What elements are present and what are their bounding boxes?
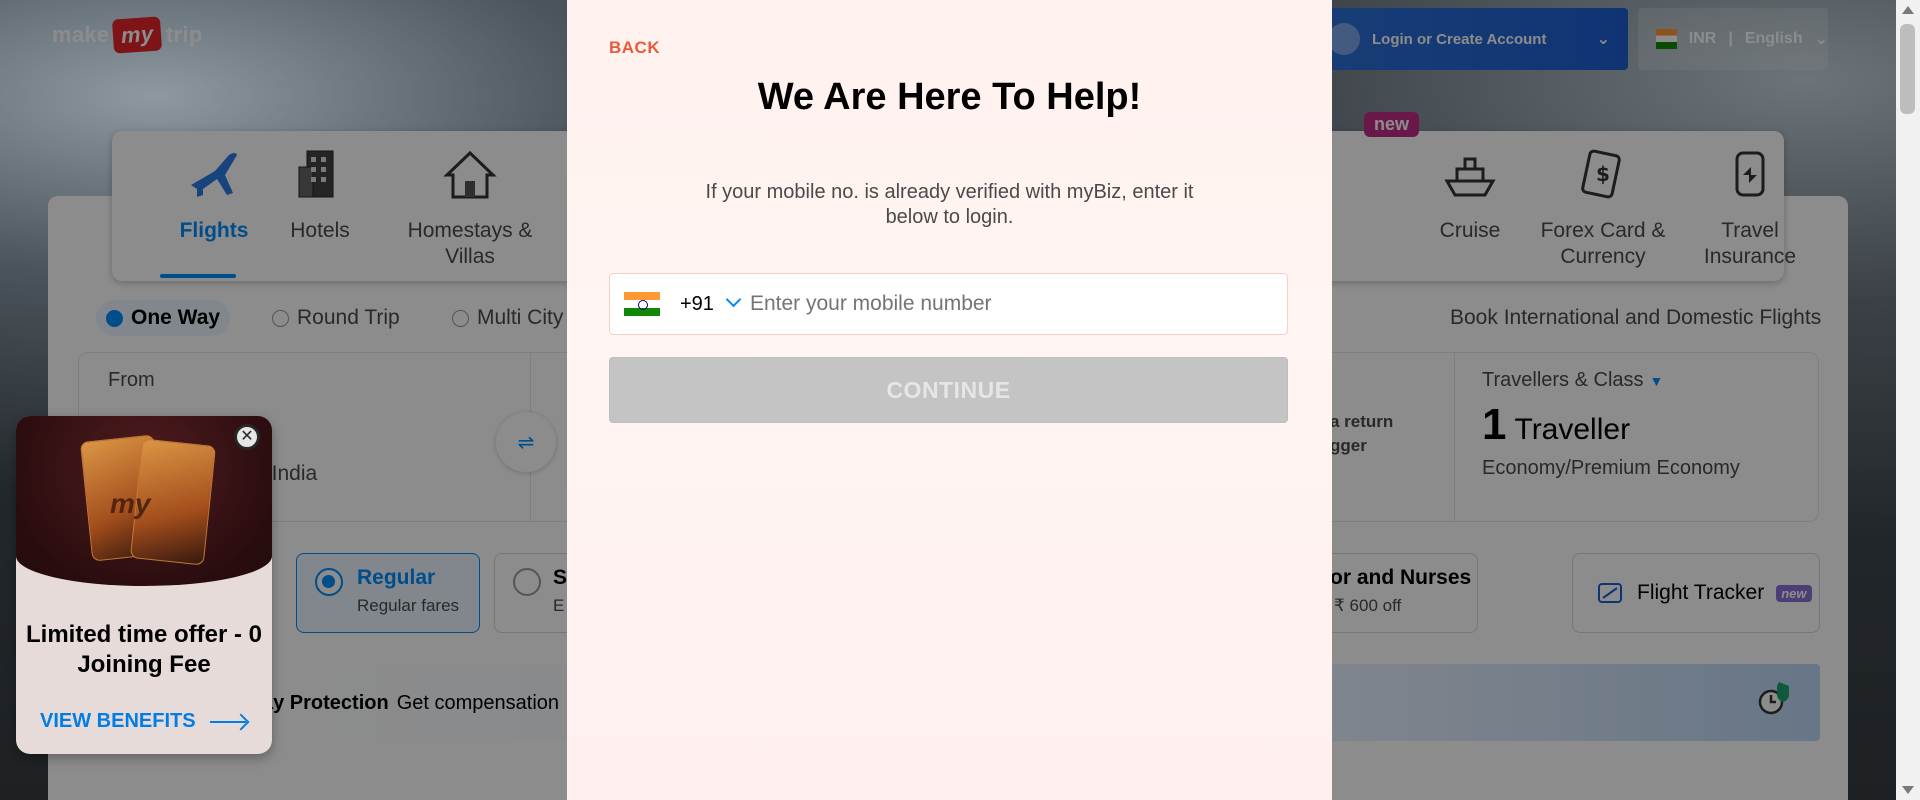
swap-cities-icon[interactable]: ⇌ (496, 412, 556, 472)
ship-icon (1444, 157, 1496, 197)
fare-subtitle: Regular fares (357, 596, 460, 615)
country-code-selector[interactable]: +91 (680, 293, 714, 316)
logo-text-my: my (112, 16, 164, 54)
airplane-icon (191, 153, 237, 197)
book-return-line: a return (1330, 412, 1394, 431)
radio-checked-icon (315, 568, 343, 596)
fare-subtitle: E (553, 596, 565, 615)
fare-title: Regular (357, 566, 436, 589)
page-scrollbar[interactable] (1896, 0, 1920, 800)
nav-item-cruise[interactable]: Cruise (1410, 145, 1530, 244)
trip-type-one-way[interactable]: One Way (96, 300, 231, 336)
arrow-right-icon (209, 720, 246, 723)
nav-label-insurance: Travel Insurance (1703, 219, 1797, 268)
currency-language-selector[interactable]: INR | English ⌄ (1638, 8, 1828, 70)
india-flag-icon (624, 292, 660, 316)
nav-item-forex[interactable]: $ Forex Card & Currency (1528, 145, 1678, 270)
trip-type-label: One Way (131, 306, 221, 329)
radio-unchecked-icon (513, 568, 541, 596)
active-tab-indicator (160, 274, 236, 278)
fare-title: S (553, 566, 568, 589)
protection-title: ay Protection (262, 692, 389, 714)
trip-type-multi-city[interactable]: Multi City (452, 306, 563, 330)
delay-protection-text: ay Protection Get compensation (262, 692, 559, 715)
view-benefits-label: VIEW BENEFITS (40, 710, 196, 732)
nav-label-flights: Flights (179, 219, 249, 242)
promo-popup: my ✕ Limited time offer - 0 Joining Fee … (16, 416, 272, 754)
scrollbar-thumb[interactable] (1900, 24, 1915, 114)
promo-title: Limited time offer - 0 Joining Fee (25, 621, 263, 678)
hotel-building-icon (298, 150, 334, 198)
travellers-class-label[interactable]: Travellers & Class ▼ (1482, 369, 1663, 392)
fare-regular[interactable]: Regular Regular fares (296, 553, 480, 633)
card-logo-text: my (110, 488, 151, 519)
insurance-shield-icon (1735, 151, 1765, 197)
trip-type-label: Multi City (477, 306, 564, 329)
flight-tracker-button[interactable]: Flight Tracker new (1572, 553, 1820, 633)
modal-subtitle: If your mobile no. is already verified w… (705, 181, 1194, 228)
back-link[interactable]: BACK (609, 38, 660, 58)
mobile-number-field: +91 (609, 273, 1288, 335)
divider (1454, 352, 1455, 522)
nav-label-forex: Forex Card & Currency (1540, 219, 1666, 268)
travellers-value[interactable]: 1 Traveller (1482, 400, 1630, 450)
login-create-account-button[interactable]: Login or Create Account ⌄ (1318, 8, 1628, 70)
scroll-down-arrow-icon[interactable] (1902, 786, 1914, 794)
trip-type-round-trip[interactable]: Round Trip (272, 306, 400, 330)
book-return-line: gger (1330, 436, 1367, 455)
chevron-down-icon[interactable] (726, 294, 740, 308)
user-avatar-icon (1328, 23, 1360, 55)
nav-item-insurance[interactable]: Travel Insurance (1685, 145, 1815, 270)
travel-class: Economy/Premium Economy (1482, 457, 1740, 479)
clock-shield-icon (1758, 682, 1789, 715)
svg-text:$: $ (1596, 162, 1610, 186)
modal-title: We Are Here To Help! (757, 76, 1142, 118)
india-flag-icon (1656, 29, 1677, 49)
from-label[interactable]: From (108, 369, 155, 392)
separator: | (1728, 30, 1733, 47)
new-badge: new (1364, 112, 1420, 137)
fare-subtitle: ₹ 600 off (1334, 596, 1402, 615)
language-label: English (1744, 30, 1803, 47)
book-return-promo: a return gger (1330, 410, 1393, 458)
travellers-unit: Traveller (1514, 413, 1631, 446)
nav-item-homestays[interactable]: Homestays & Villas (400, 145, 540, 270)
travellers-count: 1 (1482, 400, 1507, 449)
fare-title: or and Nurses (1330, 566, 1472, 589)
logo-text-trip: trip (165, 22, 203, 47)
fare-student[interactable]: S E (494, 553, 574, 633)
flight-tracker-icon (1598, 583, 1622, 603)
nav-item-hotels[interactable]: Hotels (260, 145, 380, 244)
book-international-text: Book International and Domestic Flights (1450, 306, 1822, 329)
scroll-up-arrow-icon[interactable] (1902, 6, 1914, 14)
logo-text-make: make (52, 22, 110, 47)
radio-unchecked-icon (452, 309, 469, 327)
login-modal: BACK We Are Here To Help! If your mobile… (567, 0, 1332, 800)
nav-label-homestays: Homestays & Villas (407, 219, 533, 268)
makemytrip-logo[interactable]: make my trip (52, 16, 203, 54)
view-benefits-link[interactable]: VIEW BENEFITS (40, 710, 246, 733)
close-icon[interactable]: ✕ (234, 424, 260, 450)
protection-description: Get compensation (396, 692, 560, 714)
nav-label-hotels: Hotels (290, 219, 350, 242)
promo-banner-image: my (16, 416, 272, 586)
new-badge: new (1776, 584, 1812, 602)
flight-tracker-label: Flight Tracker (1637, 581, 1765, 604)
trip-type-label: Round Trip (297, 306, 400, 329)
chevron-down-icon: ⌄ (1596, 31, 1610, 48)
login-label: Login or Create Account (1372, 30, 1547, 48)
mobile-number-input[interactable] (749, 276, 1287, 332)
nav-item-flights[interactable]: Flights (154, 145, 274, 244)
chevron-down-icon: ⌄ (1814, 31, 1828, 48)
currency-label: INR (1688, 30, 1717, 47)
currency-card-icon: $ (1581, 149, 1621, 199)
chevron-down-icon: ▼ (1649, 373, 1664, 389)
nav-label-cruise: Cruise (1439, 219, 1501, 242)
radio-unchecked-icon (272, 309, 289, 327)
travellers-label-text: Travellers & Class (1482, 369, 1644, 391)
radio-checked-icon (106, 309, 123, 327)
house-icon (443, 150, 497, 199)
continue-button[interactable]: CONTINUE (609, 357, 1288, 423)
